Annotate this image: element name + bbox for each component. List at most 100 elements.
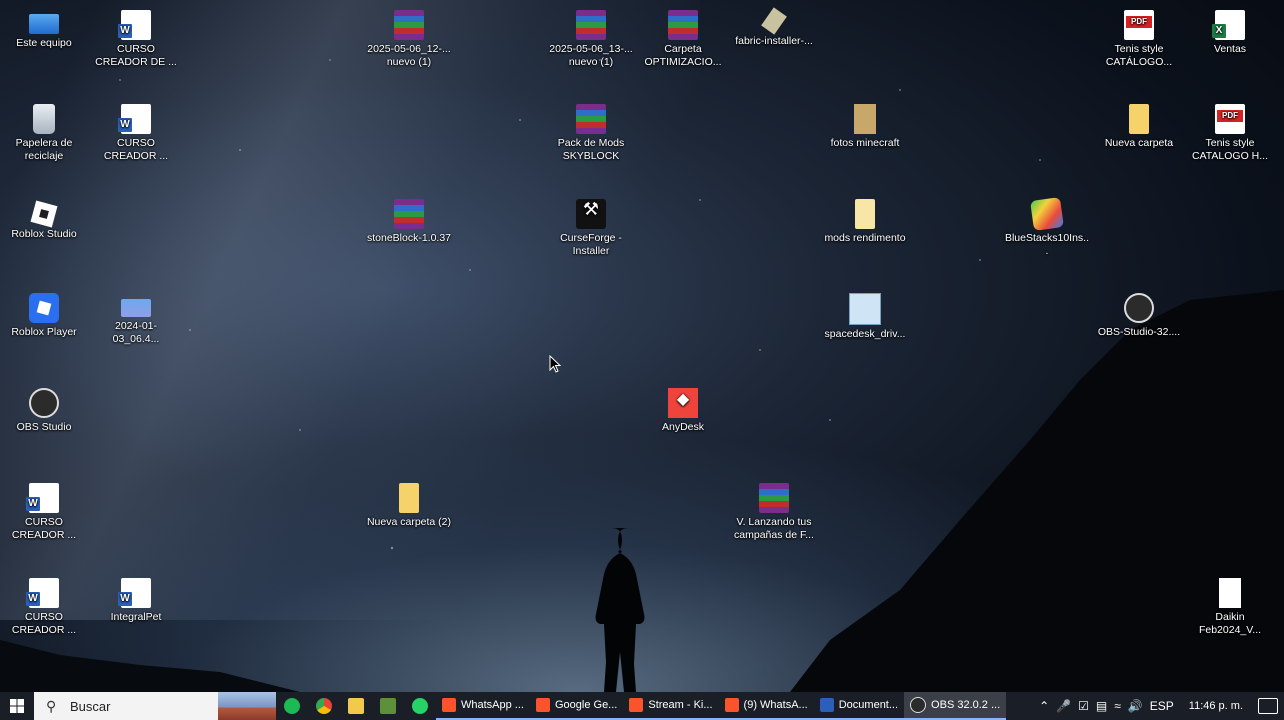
excel-icon: [1212, 10, 1245, 40]
desktop-icon-curseforge[interactable]: CurseForge - Installer: [548, 199, 634, 258]
desktop-icon-daikin[interactable]: Daikin Feb2024_V...: [1187, 578, 1273, 637]
bluestacks-icon: [1030, 197, 1064, 231]
desktop-icon-mods-rendimento[interactable]: mods rendimento: [822, 199, 908, 245]
taskbar-pin-chrome[interactable]: [308, 692, 340, 720]
desktop-icon-curso-creador-2[interactable]: CURSO CREADOR ...: [93, 104, 179, 163]
desktop-icon-lanzando-campanas[interactable]: V. Lanzando tus campañas de F...: [731, 483, 817, 542]
obs-icon: [29, 388, 59, 418]
taskbar-app-whatsapp[interactable]: WhatsApp ...: [436, 692, 530, 720]
taskbar-app-stream[interactable]: Stream - Ki...: [623, 692, 719, 720]
desktop-icon-pack-mods-skyblock[interactable]: Pack de Mods SKYBLOCK: [548, 104, 634, 163]
desktop-icon-curso-creador-1[interactable]: CURSO CREADOR DE ...: [93, 10, 179, 69]
desktop-icon-spacedesk[interactable]: spacedesk_driv...: [822, 293, 908, 341]
desktop-icon-label: IntegralPet: [110, 611, 162, 623]
taskbar-app-obs[interactable]: OBS 32.0.2 ...: [904, 692, 1007, 720]
minecraft-launcher-icon: [380, 698, 396, 714]
desktop-icon-carpeta-optimizacion[interactable]: Carpeta OPTIMIZACIO...: [640, 10, 726, 69]
desktop-icon-tenis-catalogo-h[interactable]: Tenis style CATALOGO H...: [1187, 104, 1273, 163]
desktop-icon-nueva-carpeta[interactable]: Nueva carpeta: [1096, 104, 1182, 150]
desktop-icon-image-2024[interactable]: 2024-01-03_06.4...: [93, 293, 179, 346]
desktop-icon-este-equipo[interactable]: Este equipo: [1, 10, 87, 50]
desktop-icon-curso-creador-3[interactable]: CURSO CREADOR ...: [1, 483, 87, 542]
desktop-icon-anydesk[interactable]: AnyDesk: [640, 388, 726, 434]
taskbar-app-label: OBS 32.0.2 ...: [931, 699, 1001, 711]
start-button[interactable]: [0, 692, 34, 720]
desktop-icon-label: CURSO CREADOR ...: [11, 516, 77, 541]
desktop-icon-label: BlueStacks10Ins...: [1004, 232, 1090, 257]
desktop-icon-ventas[interactable]: Ventas: [1187, 10, 1273, 56]
word-document-icon: [118, 578, 151, 608]
windows-logo-icon: [10, 699, 24, 713]
clock[interactable]: 11:46 p. m.: [1181, 700, 1251, 712]
chevron-up-icon[interactable]: ⌃: [1039, 699, 1049, 713]
desktop-icon-archive-2025-13[interactable]: 2025-05-06_13-... nuevo (1): [548, 10, 634, 69]
taskbar-pin-whatsapp[interactable]: [404, 692, 436, 720]
brave-icon: [629, 698, 644, 712]
taskbar-app-whatsapp-9[interactable]: (9) WhatsA...: [718, 692, 814, 720]
desktop-icon-label: Carpeta OPTIMIZACIO...: [644, 43, 722, 68]
volume-icon[interactable]: 🔊: [1128, 699, 1143, 713]
brave-icon: [535, 698, 550, 712]
minecraft-folder-icon: [854, 104, 876, 134]
taskbar: ⚲ Buscar WhatsApp ... Google Ge... Strea…: [0, 692, 1284, 720]
desktop-icon-label: CURSO CREADOR ...: [11, 611, 77, 636]
folder-icon: [855, 199, 875, 229]
brave-icon: [724, 698, 739, 712]
recycle-bin-icon: [33, 104, 55, 134]
taskbar-pin-minecraft[interactable]: [372, 692, 404, 720]
document-icon: [1219, 578, 1241, 608]
desktop-icon-curso-creador-4[interactable]: CURSO CREADOR ...: [1, 578, 87, 637]
obs-installer-icon: [1124, 293, 1154, 323]
desktop-icon-obs-studio[interactable]: OBS Studio: [1, 388, 87, 434]
desktop-icon-tenis-catalogo[interactable]: Tenis style CATÁLOGO...: [1096, 10, 1182, 69]
taskbar-app-label: Stream - Ki...: [648, 699, 713, 711]
roblox-studio-icon: [30, 200, 58, 228]
word-document-icon: [118, 10, 151, 40]
taskbar-pin-file-explorer[interactable]: [340, 692, 372, 720]
desktop-icon-label: Tenis style CATÁLOGO...: [1105, 43, 1173, 68]
taskbar-app-google[interactable]: Google Ge...: [529, 692, 624, 720]
taskbar-app-word[interactable]: Document...: [813, 692, 905, 720]
computer-icon: [29, 14, 59, 34]
obs-icon: [910, 697, 927, 713]
desktop-icon-roblox-player[interactable]: Roblox Player: [1, 293, 87, 339]
brave-icon: [442, 698, 456, 712]
search-highlight-image: [218, 692, 276, 720]
desktop-icon-label: Roblox Studio: [11, 228, 77, 240]
desktop-icon-label: Daikin Feb2024_V...: [1198, 611, 1262, 636]
roblox-icon: [29, 293, 59, 323]
winrar-archive-icon: [759, 483, 789, 513]
microphone-icon[interactable]: 🎤: [1056, 699, 1071, 713]
pdf-icon: [1124, 10, 1154, 40]
desktop-icon-obs-installer[interactable]: OBS-Studio-32....: [1096, 293, 1182, 339]
star-field: [0, 0, 1284, 720]
desktop-icon-roblox-studio[interactable]: Roblox Studio: [1, 199, 87, 241]
java-installer-icon: [761, 7, 787, 35]
winrar-archive-icon: [394, 199, 424, 229]
whatsapp-icon: [412, 698, 428, 714]
desktop-icon-bluestacks[interactable]: BlueStacks10Ins...: [1004, 197, 1090, 258]
mouse-cursor-icon: [549, 355, 561, 373]
notification-icon[interactable]: [1258, 698, 1278, 714]
desktop-icon-label: Pack de Mods SKYBLOCK: [557, 137, 625, 162]
security-icon[interactable]: ☑: [1078, 699, 1089, 713]
desktop-icon-papelera[interactable]: Papelera de reciclaje: [1, 104, 87, 163]
desktop-icon-stoneblock[interactable]: stoneBlock-1.0.37: [366, 199, 452, 245]
wifi-icon[interactable]: ≈: [1114, 699, 1121, 713]
taskbar-search-box[interactable]: ⚲ Buscar: [34, 692, 276, 720]
desktop-icon-fabric-installer[interactable]: fabric-installer-...: [731, 7, 817, 48]
desktop-icon-label: CURSO CREADOR ...: [103, 137, 169, 162]
desktop-icon-integralpet[interactable]: IntegralPet: [93, 578, 179, 624]
desktop-icon-label: mods rendimento: [824, 232, 906, 244]
taskbar-pin-spotify[interactable]: [276, 692, 308, 720]
system-tray: ⌃ 🎤 ☑ ▤ ≈ 🔊 ESP 11:46 p. m.: [1039, 692, 1284, 720]
desktop-icon-archive-2025-12[interactable]: 2025-05-06_12-... nuevo (1): [366, 10, 452, 69]
mountain-silhouette: [0, 290, 1284, 692]
language-indicator[interactable]: ESP: [1150, 699, 1174, 713]
winrar-archive-icon: [394, 10, 424, 40]
usb-device-icon[interactable]: ▤: [1096, 699, 1107, 713]
desktop-icon-label: spacedesk_driv...: [824, 328, 906, 340]
desktop-icon-nueva-carpeta-2[interactable]: Nueva carpeta (2): [366, 483, 452, 529]
desktop-icon-fotos-minecraft[interactable]: fotos minecraft: [822, 104, 908, 150]
desktop-icon-label: Nueva carpeta: [1104, 137, 1174, 149]
